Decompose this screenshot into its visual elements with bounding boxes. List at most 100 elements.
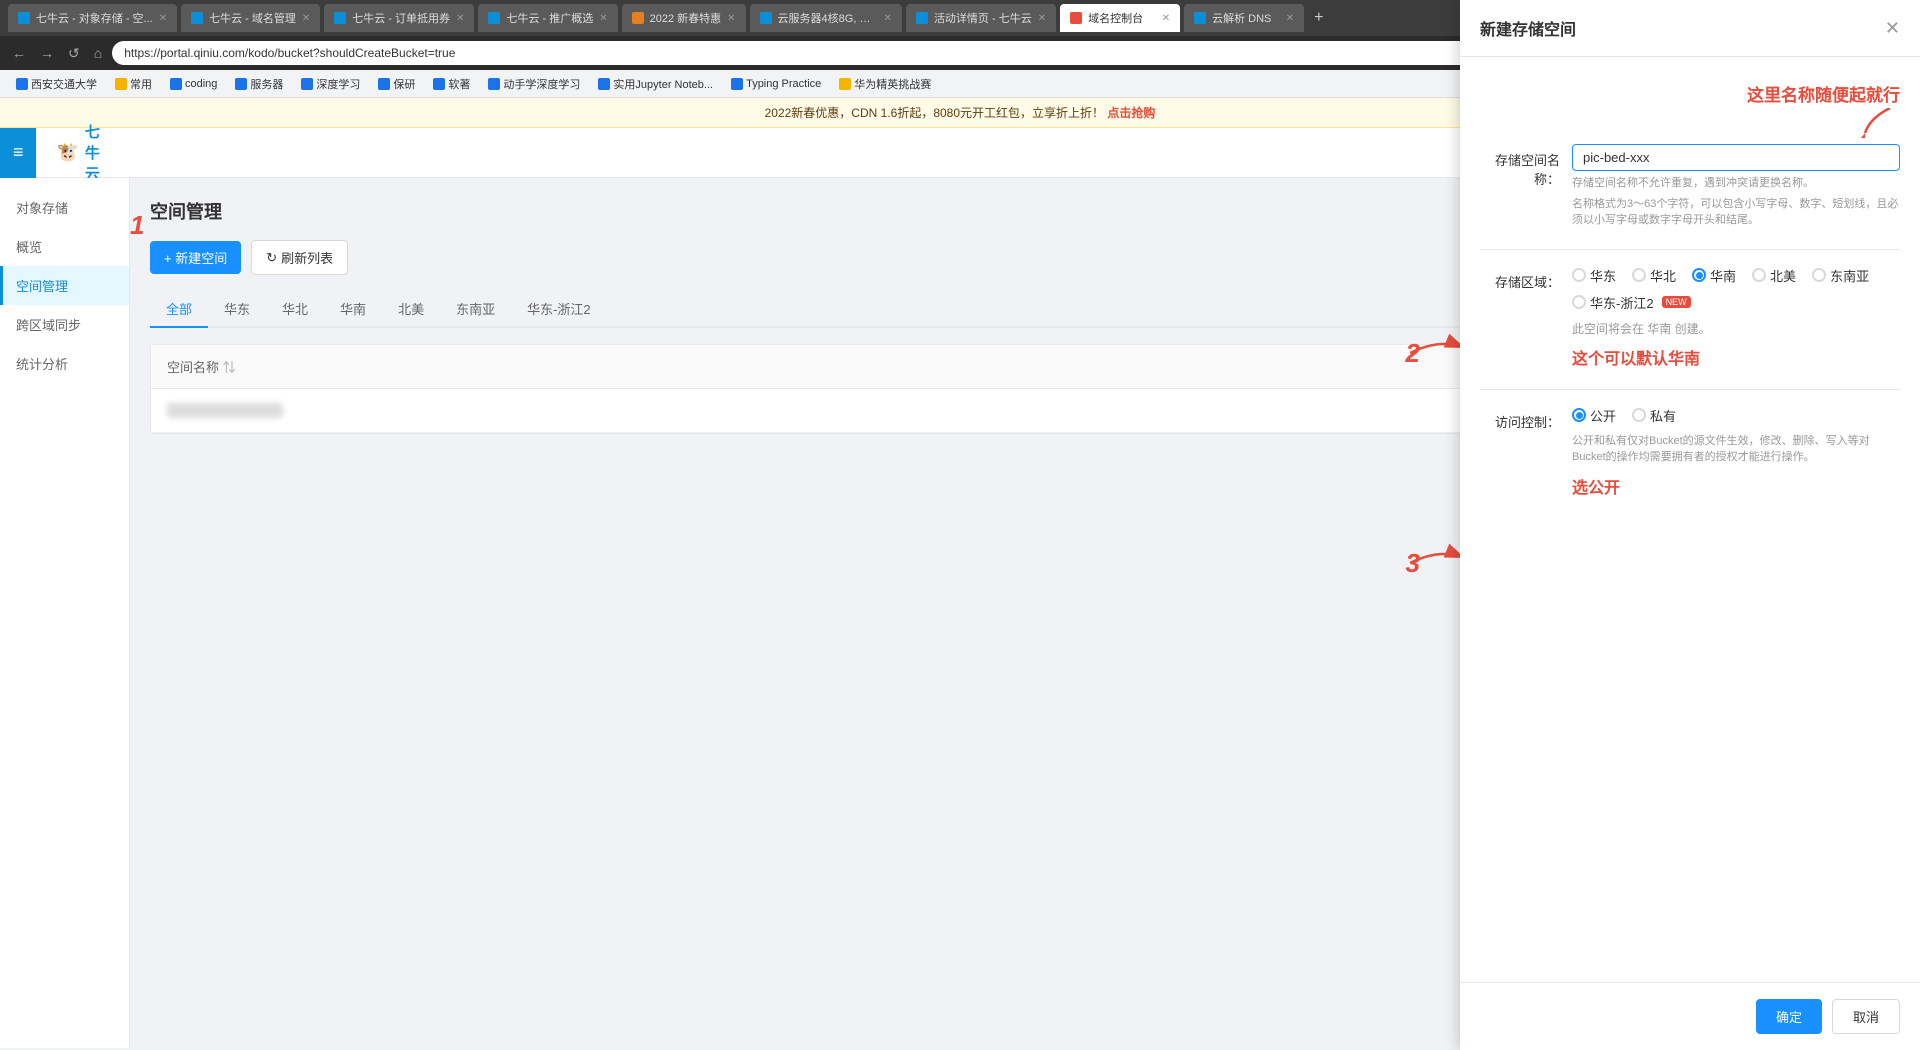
region-southeast-asia[interactable]: 东南亚 xyxy=(1812,266,1869,285)
access-private-radio[interactable] xyxy=(1632,408,1646,422)
bookmark-typing[interactable]: Typing Practice xyxy=(723,76,829,92)
new-tab-button[interactable]: + xyxy=(1308,9,1329,27)
region-tab-east-zj2[interactable]: 华东-浙江2 xyxy=(511,291,607,328)
sidebar: 对象存储 概览 空间管理 跨区域同步 统计分析 xyxy=(0,178,130,1048)
browser-tab-6[interactable]: 云服务器4核8G, 注册... ✕ xyxy=(750,4,902,32)
tab-close-4[interactable]: ✕ xyxy=(599,13,607,24)
tab-label-6: 云服务器4核8G, 注册... xyxy=(778,10,878,26)
region-tab-all[interactable]: 全部 xyxy=(150,291,208,328)
bookmark-huawei[interactable]: 华为精英挑战赛 xyxy=(831,74,939,94)
access-private-label: 私有 xyxy=(1650,406,1676,425)
sidebar-item-stats[interactable]: 统计分析 xyxy=(0,344,129,383)
new-badge: NEW xyxy=(1662,296,1691,308)
access-public-label: 公开 xyxy=(1590,406,1616,425)
modal-close-button[interactable]: ✕ xyxy=(1885,18,1900,39)
bookmark-jupyter[interactable]: 实用Jupyter Noteb... xyxy=(590,74,721,94)
region-north-label: 华北 xyxy=(1650,266,1676,285)
bookmark-xjtu[interactable]: 西安交通大学 xyxy=(8,74,105,94)
region-tab-north-america[interactable]: 北美 xyxy=(382,291,440,328)
sidebar-item-overview[interactable]: 概览 xyxy=(0,227,129,266)
promo-link[interactable]: 点击抢购 xyxy=(1107,106,1155,120)
tab-close-7[interactable]: ✕ xyxy=(1038,13,1046,24)
browser-tab-2[interactable]: 七牛云 - 域名管理 ✕ xyxy=(181,4,320,32)
access-public[interactable]: 公开 xyxy=(1572,406,1616,425)
tab-label-4: 七牛云 - 推广概选 xyxy=(506,10,593,26)
tab-label-2: 七牛云 - 域名管理 xyxy=(209,10,296,26)
tab-favicon-6 xyxy=(760,12,772,24)
bookmark-label-deeplearning: 深度学习 xyxy=(316,76,360,92)
region-south-label: 华南 xyxy=(1710,266,1736,285)
home-button[interactable]: ⌂ xyxy=(90,43,106,63)
browser-tab-4[interactable]: 七牛云 - 推广概选 ✕ xyxy=(478,4,617,32)
region-north[interactable]: 华北 xyxy=(1632,266,1676,285)
bookmark-deeplearning[interactable]: 深度学习 xyxy=(293,74,368,94)
bookmark-coding[interactable]: coding xyxy=(162,76,225,92)
refresh-button[interactable]: ↻ 刷新列表 xyxy=(251,240,348,275)
region-east[interactable]: 华东 xyxy=(1572,266,1616,285)
space-name-input[interactable] xyxy=(1572,144,1900,171)
bookmark-label-handson: 动手学深度学习 xyxy=(503,76,580,92)
annotation-region-hint: 这个可以默认华南 xyxy=(1572,345,1900,369)
sort-icon[interactable]: ⇅ xyxy=(223,360,236,375)
region-tab-east[interactable]: 华东 xyxy=(208,291,266,328)
sidebar-item-cross-region[interactable]: 跨区域同步 xyxy=(0,305,129,344)
name-hint-2: 名称格式为3～63个字符，可以包含小写字母、数字、短划线，且必须以小写字母或数字… xyxy=(1572,196,1900,229)
modal-title: 新建存储空间 xyxy=(1480,16,1576,40)
name-hint-1: 存储空间名称不允许重复，遇到冲突请更换名称。 xyxy=(1572,175,1900,192)
reload-button[interactable]: ↺ xyxy=(64,43,84,64)
region-north-america[interactable]: 北美 xyxy=(1752,266,1796,285)
region-tab-south[interactable]: 华南 xyxy=(324,291,382,328)
region-north-radio[interactable] xyxy=(1632,268,1646,282)
bookmark-handson[interactable]: 动手学深度学习 xyxy=(480,74,588,94)
browser-tab-1[interactable]: 七牛云 - 对象存储 - 空... ✕ xyxy=(8,4,177,32)
tab-favicon-2 xyxy=(191,12,203,24)
bookmark-common[interactable]: 常用 xyxy=(107,74,160,94)
annotation-name-hint: 这里名称随便起就行 xyxy=(1747,86,1900,105)
tab-favicon-5 xyxy=(632,12,644,24)
divider-2 xyxy=(1480,389,1900,390)
region-south-radio[interactable] xyxy=(1692,268,1706,282)
region-north-america-radio[interactable] xyxy=(1752,268,1766,282)
bookmark-icon-software xyxy=(433,78,445,90)
access-public-radio[interactable] xyxy=(1572,408,1586,422)
bookmark-label-coding: coding xyxy=(185,78,217,90)
region-tab-southeast-asia[interactable]: 东南亚 xyxy=(440,291,511,328)
tab-close-3[interactable]: ✕ xyxy=(456,13,464,24)
region-southeast-asia-radio[interactable] xyxy=(1812,268,1826,282)
tab-close-6[interactable]: ✕ xyxy=(884,13,892,24)
browser-tab-7[interactable]: 活动详情页 - 七牛云 ✕ xyxy=(906,4,1056,32)
back-button[interactable]: ← xyxy=(8,43,30,63)
browser-tab-3[interactable]: 七牛云 - 订单抵用券 ✕ xyxy=(324,4,474,32)
tab-close-5[interactable]: ✕ xyxy=(727,13,735,24)
cancel-button[interactable]: 取消 xyxy=(1832,999,1900,1034)
form-row-region: 存储区域： 华东 华北 华南 xyxy=(1480,266,1900,369)
access-private[interactable]: 私有 xyxy=(1632,406,1676,425)
bookmark-label-software: 软著 xyxy=(448,76,470,92)
tab-close-9[interactable]: ✕ xyxy=(1286,13,1294,24)
bookmark-research[interactable]: 保研 xyxy=(370,74,423,94)
region-east-zj2-radio[interactable] xyxy=(1572,295,1586,309)
refresh-icon: ↻ xyxy=(266,250,277,266)
browser-tab-9[interactable]: 云解析 DNS ✕ xyxy=(1184,4,1304,32)
sidebar-item-object-storage[interactable]: 对象存储 xyxy=(0,188,129,227)
region-tab-north[interactable]: 华北 xyxy=(266,291,324,328)
tab-close-2[interactable]: ✕ xyxy=(302,13,310,24)
tab-close-1[interactable]: ✕ xyxy=(159,13,167,24)
forward-button[interactable]: → xyxy=(36,43,58,63)
sidebar-item-space-management[interactable]: 空间管理 xyxy=(0,266,129,305)
confirm-button[interactable]: 确定 xyxy=(1756,999,1822,1034)
hamburger-button[interactable]: ≡ xyxy=(0,128,36,178)
region-east-radio[interactable] xyxy=(1572,268,1586,282)
bookmark-server[interactable]: 服务器 xyxy=(227,74,291,94)
browser-tab-8[interactable]: 域名控制台 ✕ xyxy=(1060,4,1180,32)
region-south[interactable]: 华南 xyxy=(1692,266,1736,285)
new-space-button[interactable]: + 新建空间 xyxy=(150,241,241,274)
bookmark-label-jupyter: 实用Jupyter Noteb... xyxy=(613,76,713,92)
logo-text: 七牛云 xyxy=(85,121,110,184)
tab-close-8[interactable]: ✕ xyxy=(1162,13,1170,24)
tab-favicon-4 xyxy=(488,12,500,24)
region-east-zj2[interactable]: 华东-浙江2 NEW xyxy=(1572,293,1900,312)
bookmark-software[interactable]: 软著 xyxy=(425,74,478,94)
browser-tab-5[interactable]: 2022 新春特惠 ✕ xyxy=(622,4,746,32)
step-1-label: 1 xyxy=(130,210,144,241)
